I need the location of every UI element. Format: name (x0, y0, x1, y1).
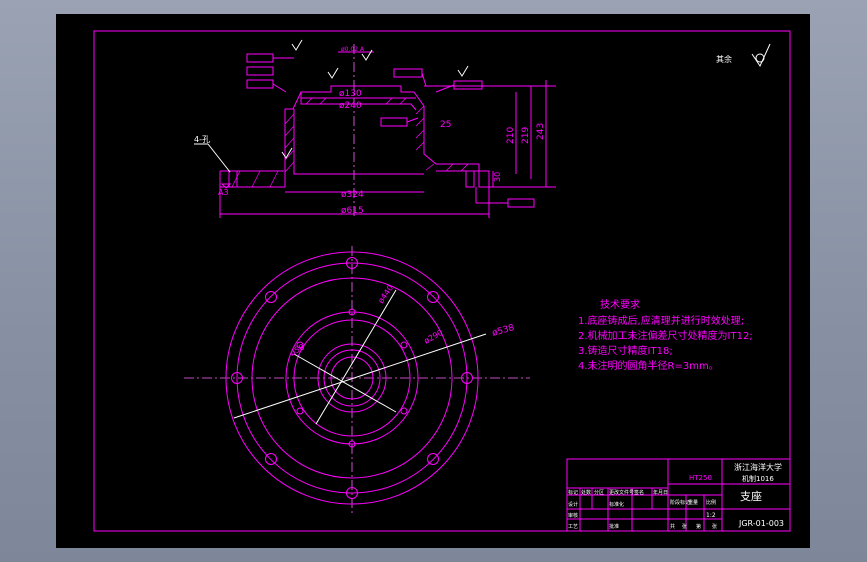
tb-ratio: 比例 (706, 499, 716, 506)
dim-d538: ø538 (491, 323, 516, 339)
tb-school: 浙江海洋大学 (734, 462, 782, 472)
roughness-label: 其余 (716, 54, 732, 64)
tb-drawing-no: JGR-01-003 (738, 519, 784, 528)
dim-d615: ø615 (341, 206, 364, 216)
plan-view: ø538 ø440 ø290 ø58 (184, 246, 530, 514)
tb-sheet-unit1: 张 (682, 523, 687, 530)
title-block: HT250 浙江海洋大学 机制1016 支座 JGR-01-003 1:2 标记… (566, 458, 791, 532)
dim-h243: 243 (536, 123, 546, 140)
tb-sheet-unit2: 张 (712, 523, 717, 530)
tb-r1c5: 签名 (634, 489, 644, 496)
drawing-sheet: 其余 ø324 ø615 ø130 ø240 25 210 219 243 30… (56, 14, 810, 548)
tap-label: 4-孔 (194, 135, 210, 144)
dim-h219: 219 (521, 127, 531, 144)
tb-r2c4: 标准化 (609, 501, 624, 508)
tb-r1c6: 年月日 (653, 489, 668, 496)
tech-item-2: 2.机械加工未注偏差尺寸处精度为IT12; (578, 329, 753, 342)
tb-r3c1: 审核 (568, 512, 578, 519)
tb-r1c2: 处数 (581, 489, 591, 496)
dim-d440: ø440 (376, 283, 395, 305)
datum-a3: A3 (218, 188, 229, 197)
section-roughness-marks (281, 39, 469, 159)
tb-sheet-no: 第 (696, 523, 701, 530)
section-view: ø324 ø615 ø130 ø240 25 210 219 243 30 A3… (194, 39, 556, 218)
tb-r4c3: 批准 (609, 523, 619, 530)
roughness-symbol-icon (751, 43, 771, 68)
tb-part-name: 支座 (740, 489, 762, 503)
dim-d130: ø130 (339, 89, 362, 99)
inner-border (93, 30, 791, 532)
tech-title: 技术要求 (600, 298, 640, 311)
drawing-canvas: 其余 ø324 ø615 ø130 ø240 25 210 219 243 30… (93, 30, 791, 532)
dim-h30: 30 (493, 172, 502, 182)
dim-d290: ø290 (423, 328, 445, 346)
dim-d324: ø324 (341, 190, 364, 200)
tech-item-4: 4.未注明的圆角半径R=3mm。 (578, 359, 719, 372)
tech-requirements: 技术要求 1.底座铸成后,应清理并进行时效处理; 2.机械加工未注偏差尺寸处精度… (578, 298, 753, 372)
tb-stage: 阶段标记 (670, 499, 690, 506)
tb-r1c3: 分区 (594, 489, 604, 496)
tb-sheet-total: 共 (670, 523, 675, 530)
tb-material: HT250 (689, 474, 712, 482)
tb-class: 机制1016 (742, 474, 774, 483)
tb-r1c4: 更改文件号 (609, 489, 634, 496)
tb-r1c1: 标记 (568, 489, 578, 496)
tech-item-1: 1.底座铸成后,应清理并进行时效处理; (578, 314, 744, 327)
tb-r2c1: 设计 (568, 501, 578, 508)
tb-weight: 重量 (688, 499, 698, 506)
tb-scale: 1:2 (706, 512, 716, 519)
tech-item-3: 3.铸造尺寸精度IT18; (578, 344, 673, 357)
tb-r4c1: 工艺 (568, 524, 578, 530)
dim-h25: 25 (440, 120, 451, 130)
dim-d240: ø240 (339, 101, 362, 111)
flange-hole-right (465, 170, 475, 188)
dim-h210: 210 (506, 127, 516, 144)
